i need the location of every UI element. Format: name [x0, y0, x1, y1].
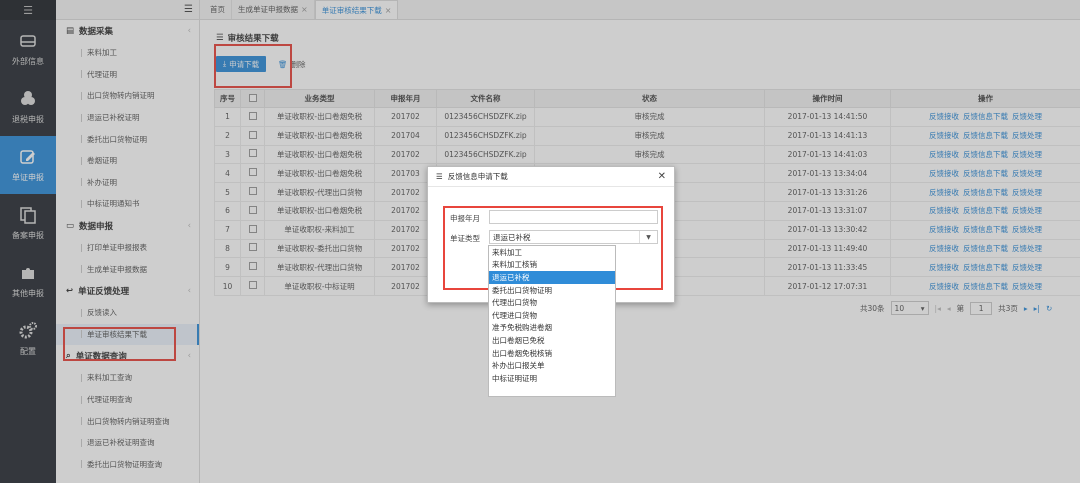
list-icon: ☰: [436, 172, 443, 181]
type-select[interactable]: 退运已补税 ▼: [489, 230, 658, 244]
close-icon[interactable]: ✕: [658, 171, 666, 182]
dialog-title: 反馈信息申请下载: [447, 172, 508, 181]
dropdown-option[interactable]: 出口卷烟已免税: [489, 334, 615, 347]
year-input[interactable]: [489, 210, 658, 224]
year-label: 申报年月: [450, 214, 480, 223]
dropdown-option[interactable]: 退运已补税: [489, 271, 615, 284]
dialog-header: ☰ 反馈信息申请下载 ✕: [428, 167, 674, 187]
dropdown-option[interactable]: 委托出口货物证明: [489, 284, 615, 297]
dropdown-option[interactable]: 代理进口货物: [489, 309, 615, 322]
type-label: 单证类型: [450, 234, 480, 243]
dropdown-option[interactable]: 代理出口货物: [489, 296, 615, 309]
dropdown-option[interactable]: 来料加工核销: [489, 259, 615, 272]
dropdown-option[interactable]: 来料加工: [489, 246, 615, 259]
dropdown-option[interactable]: 准予免税购进卷烟: [489, 322, 615, 335]
dropdown-option[interactable]: 补办出口报关单: [489, 359, 615, 372]
dropdown-option[interactable]: 中标证明证明: [489, 372, 615, 385]
type-dropdown-list: 来料加工 来料加工核销 退运已补税 委托出口货物证明 代理出口货物 代理进口货物 准予免税购…: [488, 245, 616, 397]
dropdown-option[interactable]: 出口卷烟免税核销: [489, 347, 615, 360]
caret-down-icon: ▼: [639, 231, 657, 243]
